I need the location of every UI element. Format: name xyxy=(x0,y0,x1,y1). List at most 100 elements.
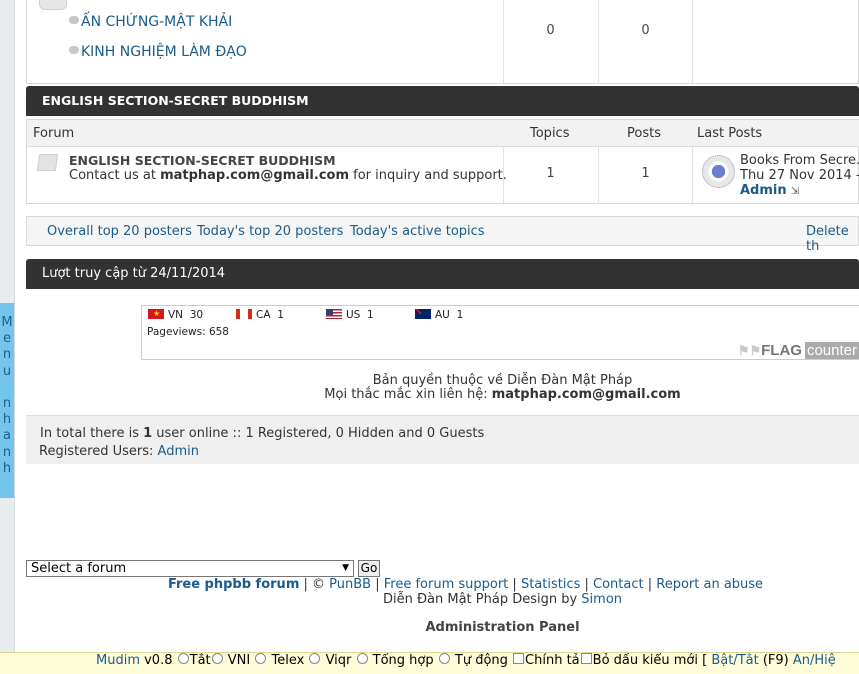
online-text: In total there is xyxy=(40,426,144,441)
last-post-title[interactable]: Books From Secre... xyxy=(740,153,859,168)
menu-letter: n xyxy=(2,347,12,363)
contact-line: Mọi thắc mắc xin liên hệ: matphap.com@gm… xyxy=(26,388,859,402)
report-abuse-link[interactable]: Report an abuse xyxy=(656,577,763,592)
top20-posters-link[interactable]: Overall top 20 posters xyxy=(47,224,192,239)
mudim-version: v0.8 xyxy=(139,653,177,668)
country-count: 1 xyxy=(367,309,374,321)
new-accent-label: Bỏ dấu kiểu mới [ xyxy=(592,653,712,668)
country-code: CA xyxy=(256,309,271,321)
menu-letter: n xyxy=(2,444,12,460)
flag-counter-widget[interactable]: ★ VN 30 CA 1 US 1 AU 1 Pageviews: 658 ⚑⚑FLAG… xyxy=(141,305,859,360)
tudong-label: Tự động xyxy=(450,653,513,668)
menu-letter: h xyxy=(2,460,12,476)
subforum-link-an-chung[interactable]: ẤN CHỨNG-MẬT KHẢI xyxy=(69,14,232,30)
quick-menu-tab[interactable]: M e n u n h a n h xyxy=(0,303,14,498)
tonghop-radio[interactable] xyxy=(356,653,368,664)
punbb-link[interactable]: PunBB xyxy=(329,577,371,592)
country-count: 1 xyxy=(277,309,284,321)
speech-bubble-icon xyxy=(69,16,79,24)
table-header: Forum Topics Posts Last Posts xyxy=(27,120,859,147)
category-header[interactable]: ENGLISH SECTION-SECRET BUDDHISM xyxy=(26,86,859,116)
forum-jump-select[interactable]: Select a forum ▼ xyxy=(26,560,354,577)
tonghop-label: Tổng hợp xyxy=(368,653,438,668)
registered-user-link[interactable]: Admin xyxy=(158,444,199,459)
column-divider xyxy=(692,0,693,83)
topics-count: 1 xyxy=(546,166,555,181)
new-accent-checkbox[interactable] xyxy=(580,653,592,664)
menu-letter: e xyxy=(3,331,11,347)
copyright-block: Bản quyền thuộc về Diễn Đàn Mật Pháp Mọi… xyxy=(26,374,859,402)
go-button[interactable]: Go xyxy=(358,560,380,577)
menu-letter: u xyxy=(2,363,12,379)
logo-text: counter xyxy=(804,342,859,359)
posts-count: 0 xyxy=(641,23,650,38)
delete-cookies-link[interactable]: Delete th xyxy=(806,224,858,254)
description-text: Contact us at xyxy=(69,168,161,183)
country-count: 1 xyxy=(456,309,464,321)
view-latest-post-icon[interactable]: ⇲ xyxy=(791,186,799,197)
flag-entry-us: US 1 xyxy=(326,309,415,321)
subforum-link-kinh-nghiem[interactable]: KINH NGHIỆM LÀM ĐẠO xyxy=(69,44,247,60)
online-summary: In total there is 1 user online :: 1 Reg… xyxy=(40,426,484,441)
registered-label: Registered Users: xyxy=(39,444,158,459)
hide-link[interactable]: Ẩn/Hiệ xyxy=(793,653,836,668)
footer-links: Free phpbb forum | © PunBB | Free forum … xyxy=(167,577,764,592)
forum-title[interactable]: ENGLISH SECTION-SECRET BUDDHISM xyxy=(69,153,336,168)
forum-status-icon xyxy=(39,0,67,10)
today-top20-link[interactable]: Today's top 20 posters xyxy=(197,224,343,239)
selected-forum: Select a forum xyxy=(31,561,127,576)
posts-count: 1 xyxy=(641,166,650,181)
statistics-links-bar: Overall top 20 posters Today's top 20 po… xyxy=(26,216,859,254)
viqr-label: Viqr xyxy=(321,653,356,668)
subforum-name[interactable]: ẤN CHỨNG-MẬT KHẢI xyxy=(81,14,232,30)
footer-separator: | © xyxy=(299,577,330,592)
forum-support-link[interactable]: Free forum support xyxy=(384,577,509,592)
registered-users: Registered Users: Admin xyxy=(39,444,199,459)
administration-panel-link[interactable]: Administration Panel xyxy=(26,620,859,635)
viqr-radio[interactable] xyxy=(309,653,321,664)
statistics-link[interactable]: Statistics xyxy=(521,577,580,592)
flag-list: ★ VN 30 CA 1 US 1 AU 1 xyxy=(148,309,475,321)
vni-label: VNI xyxy=(223,653,255,668)
last-poster-avatar[interactable] xyxy=(702,155,735,188)
vni-radio[interactable] xyxy=(211,653,223,664)
country-code: US xyxy=(346,309,361,321)
header-last-posts: Last Posts xyxy=(697,126,763,141)
telex-radio[interactable] xyxy=(255,653,267,664)
menu-letter: a xyxy=(3,428,11,444)
contact-text: Mọi thắc mắc xin liên hệ: xyxy=(324,387,492,402)
design-credit: Diễn Đàn Mật Pháp Design by Simon xyxy=(26,592,859,607)
forum-read-icon xyxy=(36,154,59,171)
speech-bubble-icon xyxy=(69,46,79,54)
column-divider xyxy=(503,0,504,83)
usa-flag-icon xyxy=(326,309,342,319)
country-count: 30 xyxy=(189,309,204,321)
mudim-link[interactable]: Mudim xyxy=(96,653,140,668)
online-text: user online :: 1 Registered, 0 Hidden an… xyxy=(152,426,485,441)
off-radio[interactable] xyxy=(177,653,189,664)
toggle-link[interactable]: Bật/Tắt xyxy=(711,653,758,668)
pageviews-count: Pageviews: 658 xyxy=(147,326,229,338)
topics-count: 0 xyxy=(546,23,555,38)
spellcheck-checkbox[interactable] xyxy=(513,653,525,664)
tudong-radio[interactable] xyxy=(438,653,450,664)
menu-letter: h xyxy=(2,412,12,428)
mudim-input-bar: Mudim v0.8 Tắt VNI Telex Viqr Tổng hợp T… xyxy=(0,652,859,674)
flag-counter-logo-icon: ⚑⚑ xyxy=(737,343,762,358)
forum-row-subforums: ẤN CHỨNG-MẬT KHẢI KINH NGHIỆM LÀM ĐẠO 0 … xyxy=(26,0,859,84)
dropdown-arrow-icon: ▼ xyxy=(342,563,349,573)
contact-link[interactable]: Contact xyxy=(593,577,644,592)
active-topics-link[interactable]: Today's active topics xyxy=(350,224,485,239)
last-post-info: Books From Secre... Thu 27 Nov 2014 - Ad… xyxy=(740,153,859,199)
free-phpbb-link[interactable]: Free phpbb forum xyxy=(168,577,299,592)
header-forum: Forum xyxy=(33,126,75,141)
online-count: 1 xyxy=(143,426,153,441)
last-post-author[interactable]: Admin xyxy=(740,183,787,198)
vietnam-flag-icon: ★ xyxy=(148,309,164,319)
subforum-name[interactable]: KINH NGHIỆM LÀM ĐẠO xyxy=(81,44,247,60)
country-code: VN xyxy=(168,309,184,321)
country-code: AU xyxy=(435,309,450,321)
designer-link[interactable]: Simon xyxy=(581,592,622,607)
design-text: Diễn Đàn Mật Pháp Design by xyxy=(382,592,582,607)
menu-letter: M xyxy=(1,315,13,330)
